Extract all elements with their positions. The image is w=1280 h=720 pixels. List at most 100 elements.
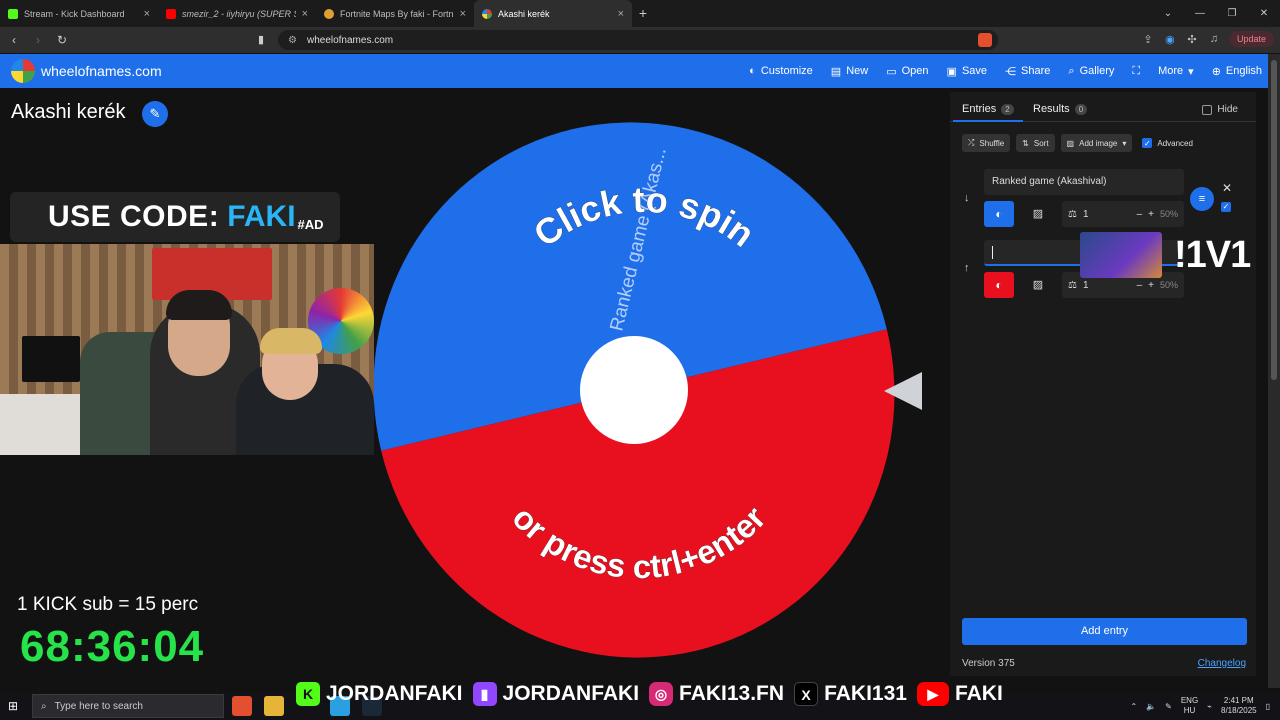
advanced-checkbox[interactable]: ✓	[1142, 138, 1153, 148]
more-button[interactable]: More ▾	[1158, 65, 1194, 78]
spin-wheel[interactable]: Ranked game (Akas... Click to spin or pr…	[374, 122, 902, 658]
close-tab-icon[interactable]: ×	[460, 8, 466, 20]
socials-bar: K JORDANFAKI ▮ JORDANFAKI ◎ FAKI13.FN X FAKI…	[296, 679, 1003, 709]
weight-value[interactable]: 1	[1083, 209, 1089, 220]
forward-icon[interactable]: ›	[28, 33, 48, 47]
back-icon[interactable]: ‹	[4, 33, 24, 47]
browser-tab-wheel[interactable]: Akashi kerék ×	[474, 0, 632, 27]
scrollbar-thumb[interactable]	[1271, 60, 1277, 380]
hide-toggle[interactable]: Hide	[1202, 104, 1238, 115]
notifications-icon[interactable]: ▯	[1266, 702, 1270, 711]
tab-title: Stream - Kick Dashboard	[24, 8, 125, 19]
system-tray: ⌃ 🔈 ✎ ENG HU ⌁ 2:41 PM 8/18/2025 ▯	[1130, 692, 1270, 720]
page-scrollbar[interactable]	[1268, 54, 1280, 688]
speech-icon[interactable]: ◉	[1163, 33, 1177, 46]
wheel-logo-icon[interactable]	[11, 59, 35, 83]
weight-value[interactable]: 1	[1083, 280, 1089, 291]
sort-button[interactable]: ⇅ Sort	[1016, 134, 1055, 152]
version-label: Version 375	[962, 658, 1015, 669]
gallery-label: Gallery	[1079, 65, 1115, 77]
taskbar-search[interactable]: ⌕ Type here to search	[32, 694, 224, 718]
tab-entries[interactable]: Entries 2	[962, 103, 1014, 115]
entry-color-button[interactable]: ◐	[984, 272, 1014, 298]
social-handle: JORDANFAKI	[502, 682, 640, 705]
network-icon[interactable]: ⌁	[1207, 702, 1212, 711]
remove-entry-icon[interactable]: ✕	[1222, 181, 1232, 195]
bookmark-icon[interactable]: ▮	[258, 33, 264, 46]
advanced-toggle[interactable]: ✓ Advanced	[1142, 138, 1193, 148]
windows-start-icon[interactable]: ⊞	[8, 699, 22, 713]
language-button[interactable]: ⊕ English	[1212, 65, 1262, 78]
edit-title-button[interactable]: ✎	[142, 101, 168, 127]
decrease-weight-icon[interactable]: –	[1137, 280, 1143, 291]
sliders-icon: ≡	[1198, 193, 1206, 205]
webcam-desk	[0, 394, 80, 455]
increase-weight-icon[interactable]: +	[1148, 209, 1154, 220]
social-instagram: ◎ FAKI13.FN	[649, 682, 784, 706]
address-bar-row: ‹ › ↻ ▮ ⚙ wheelofnames.com ⇪ ◉ ✣ ♫ Updat…	[0, 27, 1280, 53]
open-button[interactable]: ▭ Open	[886, 65, 928, 78]
wheel-title: Akashi kerék	[11, 101, 126, 123]
browser-tab-youtube[interactable]: smezir_2 - iiyhiryu (SUPER S... ×	[158, 0, 316, 27]
move-up-icon[interactable]: ↑	[964, 262, 970, 274]
entry-image-button[interactable]: ▨	[1025, 201, 1051, 227]
hide-label: Hide	[1217, 104, 1238, 115]
shuffle-button[interactable]: ⤮ Shuffle	[962, 134, 1011, 152]
save-button[interactable]: ▣ Save	[947, 65, 987, 78]
increase-weight-icon[interactable]: +	[1148, 280, 1154, 291]
update-button[interactable]: Update	[1228, 31, 1274, 47]
volume-icon[interactable]: 🔈	[1146, 702, 1156, 711]
tray-chevron-icon[interactable]: ⌃	[1130, 702, 1137, 711]
wheel-center[interactable]	[580, 336, 688, 444]
entry-color-button[interactable]: ◐	[984, 201, 1014, 227]
site-name[interactable]: wheelofnames.com	[41, 63, 162, 79]
add-entry-button[interactable]: Add entry	[962, 618, 1247, 645]
file-explorer-icon[interactable]	[264, 696, 284, 716]
entry-enabled-checkbox[interactable]: ✓	[1221, 202, 1231, 212]
browser-tab-kick[interactable]: Stream - Kick Dashboard ×	[0, 0, 158, 27]
entry-image-button[interactable]: ▨	[1025, 272, 1051, 298]
new-button[interactable]: ▤ New	[831, 65, 868, 78]
gallery-button[interactable]: ⌕ Gallery	[1068, 65, 1114, 78]
move-down-icon[interactable]: ↓	[964, 192, 970, 204]
share-button[interactable]: ⋲ Share	[1005, 65, 1050, 78]
tab-results[interactable]: Results 0	[1033, 103, 1088, 115]
reload-icon[interactable]: ↻	[52, 33, 72, 47]
entries-count-badge: 2	[1001, 103, 1014, 115]
close-tab-icon[interactable]: ×	[144, 8, 150, 20]
new-tab-button[interactable]: +	[632, 0, 654, 27]
brave-shields-icon[interactable]	[978, 33, 992, 47]
file-icon: ▤	[830, 65, 842, 78]
url-field[interactable]: ⚙ wheelofnames.com	[278, 30, 998, 50]
minimize-icon[interactable]: —	[1184, 0, 1216, 27]
youtube-icon: ▶	[916, 682, 949, 706]
restore-icon[interactable]: ❐	[1216, 0, 1248, 27]
app-header: wheelofnames.com ◐ Customize ▤ New ▭ Open ▣…	[0, 54, 1268, 88]
hide-checkbox[interactable]	[1202, 104, 1213, 115]
changelog-link[interactable]: Changelog	[1198, 658, 1246, 669]
fullscreen-button[interactable]: ⛶	[1132, 65, 1140, 78]
site-info-icon[interactable]: ⚙	[288, 35, 297, 46]
wheel-icon	[482, 8, 492, 19]
extensions-icon[interactable]: ✣	[1185, 33, 1199, 46]
language-indicator[interactable]: ENG HU	[1181, 696, 1198, 716]
browser-tab-fortnite-gg[interactable]: Fortnite Maps By faki - Fortnite.GG ×	[316, 0, 474, 27]
close-tab-icon[interactable]: ×	[302, 8, 308, 20]
weight-percent: 50%	[1159, 280, 1178, 290]
pen-icon[interactable]: ✎	[1165, 702, 1172, 711]
customize-button[interactable]: ◐ Customize	[749, 65, 813, 77]
close-window-icon[interactable]: ✕	[1248, 0, 1280, 27]
entry-settings-button[interactable]: ≡	[1190, 187, 1214, 211]
share-page-icon[interactable]: ⇪	[1141, 33, 1155, 46]
close-tab-icon[interactable]: ×	[618, 8, 624, 20]
share-label: Share	[1021, 65, 1051, 77]
entry-text-field[interactable]: Ranked game (Akashival)	[984, 169, 1184, 195]
add-image-button[interactable]: ▨ Add image ▾	[1060, 134, 1133, 152]
social-handle: FAKI13.FN	[679, 682, 785, 705]
decrease-weight-icon[interactable]: –	[1137, 209, 1143, 220]
brave-app-icon[interactable]	[232, 696, 252, 716]
clock[interactable]: 2:41 PM 8/18/2025	[1221, 696, 1257, 716]
media-icon[interactable]: ♫	[1207, 33, 1221, 45]
twitch-icon: ▮	[472, 682, 497, 706]
tab-search-icon[interactable]: ⌄	[1152, 0, 1184, 27]
